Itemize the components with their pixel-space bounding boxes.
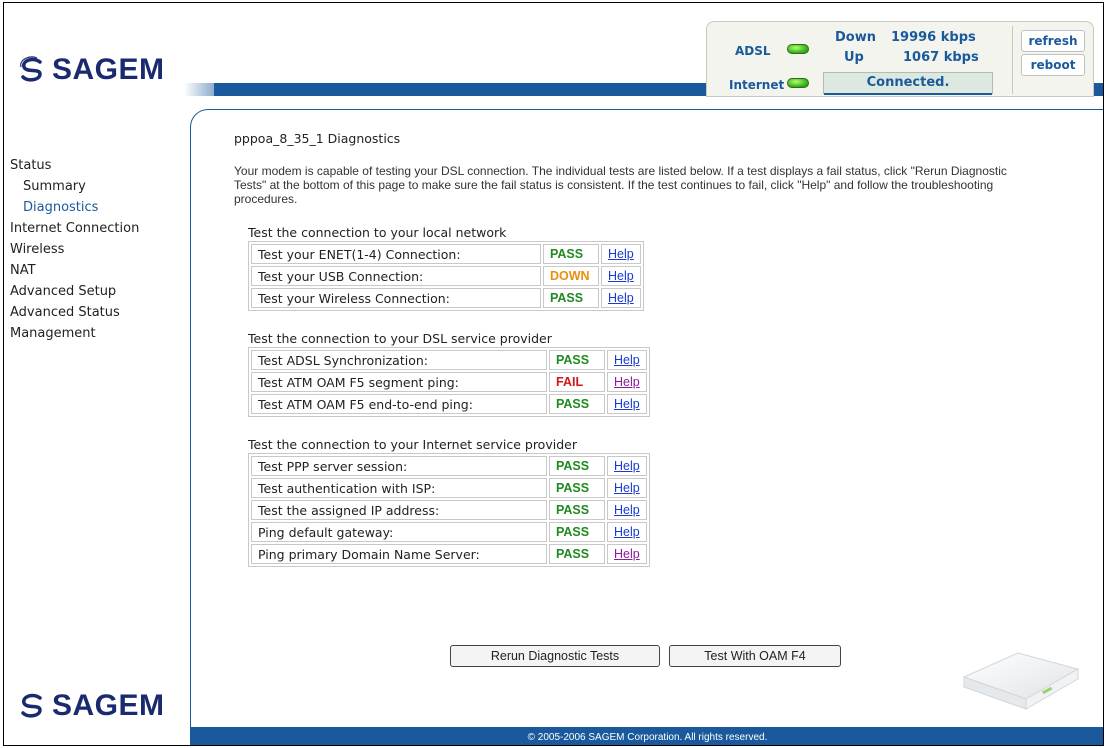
sidebar-item-summary[interactable]: Summary: [10, 176, 186, 197]
section-title-isp: Test the connection to your Internet ser…: [248, 437, 577, 452]
sagem-logo: SAGEM: [18, 53, 165, 87]
section-title-local-network: Test the connection to your local networ…: [248, 225, 507, 240]
test-status: PASS: [549, 522, 605, 542]
help-link[interactable]: Help: [614, 353, 640, 367]
footer: © 2005-2006 SAGEM Corporation. All right…: [190, 727, 1103, 745]
sidebar-item-status[interactable]: Status: [10, 155, 186, 176]
dsl-provider-test-table: Test ADSL Synchronization: PASS Help Tes…: [248, 347, 650, 417]
sagem-logo-icon: [21, 693, 42, 718]
sidebar-item-wireless[interactable]: Wireless: [10, 239, 186, 260]
sidebar-item-nat[interactable]: NAT: [10, 260, 186, 281]
header-button-group: refresh reboot: [1012, 26, 1088, 94]
help-link[interactable]: Help: [608, 269, 634, 283]
test-name: Test ATM OAM F5 segment ping:: [251, 372, 547, 392]
section-title-dsl-provider: Test the connection to your DSL service …: [248, 331, 552, 346]
rerun-diagnostic-tests-button[interactable]: Rerun Diagnostic Tests: [450, 645, 660, 667]
connection-status-text: Connected.: [823, 72, 993, 95]
test-status: PASS: [549, 478, 605, 498]
test-name: Test PPP server session:: [251, 456, 547, 476]
page-title: pppoa_8_35_1 Diagnostics: [234, 131, 401, 146]
sidebar-item-advanced-setup[interactable]: Advanced Setup: [10, 281, 186, 302]
test-with-oam-f4-button[interactable]: Test With OAM F4: [669, 645, 841, 667]
help-link[interactable]: Help: [614, 397, 640, 411]
test-status: FAIL: [549, 372, 605, 392]
help-link[interactable]: Help: [614, 547, 640, 561]
test-status: PASS: [549, 500, 605, 520]
test-name: Test ADSL Synchronization:: [251, 350, 547, 370]
up-rate-value: 1067 kbps: [903, 50, 979, 65]
table-row: Test PPP server session: PASS Help: [251, 456, 647, 476]
test-name: Ping primary Domain Name Server:: [251, 544, 547, 564]
help-link[interactable]: Help: [608, 291, 634, 305]
connection-underline: [824, 93, 992, 95]
sidebar-item-diagnostics[interactable]: Diagnostics: [10, 197, 186, 218]
table-row: Test ATM OAM F5 segment ping: FAIL Help: [251, 372, 647, 392]
test-name: Ping default gateway:: [251, 522, 547, 542]
table-row: Test your ENET(1-4) Connection: PASS Hel…: [251, 244, 641, 264]
down-rate-value: 19996 kbps: [891, 30, 976, 45]
table-row: Ping primary Domain Name Server: PASS He…: [251, 544, 647, 564]
test-status: PASS: [549, 456, 605, 476]
help-link[interactable]: Help: [614, 459, 640, 473]
help-link[interactable]: Help: [614, 503, 640, 517]
sidebar-item-advanced-status[interactable]: Advanced Status: [10, 302, 186, 323]
help-link[interactable]: Help: [608, 247, 634, 261]
table-row: Test the assigned IP address: PASS Help: [251, 500, 647, 520]
table-row: Test your Wireless Connection: PASS Help: [251, 288, 641, 308]
test-status: PASS: [543, 244, 599, 264]
test-name: Test your USB Connection:: [251, 266, 541, 286]
refresh-button[interactable]: refresh: [1021, 30, 1085, 52]
help-link[interactable]: Help: [614, 481, 640, 495]
test-name: Test your Wireless Connection:: [251, 288, 541, 308]
internet-label: Internet: [729, 78, 785, 92]
table-row: Test ADSL Synchronization: PASS Help: [251, 350, 647, 370]
internet-led-icon: [787, 78, 809, 88]
test-status: PASS: [549, 544, 605, 564]
down-label: Down: [835, 30, 876, 45]
up-label: Up: [844, 50, 864, 65]
table-row: Test authentication with ISP: PASS Help: [251, 478, 647, 498]
test-name: Test authentication with ISP:: [251, 478, 547, 498]
isp-test-table: Test PPP server session: PASS Help Test …: [248, 453, 650, 567]
sidebar-item-management[interactable]: Management: [10, 323, 186, 344]
bottom-button-group: Rerun Diagnostic Tests Test With OAM F4: [450, 645, 841, 667]
test-status: PASS: [549, 350, 605, 370]
logo-text: SAGEM: [52, 689, 165, 722]
browser-page: SAGEM SAGEM ADSL Internet Down 19996 kbp…: [3, 2, 1104, 746]
test-status: PASS: [543, 288, 599, 308]
adsl-label: ADSL: [735, 44, 771, 58]
sidebar-item-internet-connection[interactable]: Internet Connection: [10, 218, 186, 239]
help-link[interactable]: Help: [614, 525, 640, 539]
connection-status-label: Connected.: [866, 75, 950, 90]
main-content: pppoa_8_35_1 Diagnostics Your modem is c…: [234, 131, 1094, 587]
test-name: Test the assigned IP address:: [251, 500, 547, 520]
test-status: DOWN: [543, 266, 599, 286]
connection-status-panel: ADSL Internet Down 19996 kbps Up 1067 kb…: [706, 21, 1094, 97]
footer-left-spacer: [4, 727, 190, 745]
sagem-footer-logo: SAGEM: [18, 689, 165, 723]
reboot-button[interactable]: reboot: [1021, 54, 1085, 76]
modem-illustration: [962, 652, 1080, 710]
test-name: Test your ENET(1-4) Connection:: [251, 244, 541, 264]
sidebar-nav: Status Summary Diagnostics Internet Conn…: [10, 155, 186, 344]
sagem-logo-icon: [20, 56, 42, 82]
test-name: Test ATM OAM F5 end-to-end ping:: [251, 394, 547, 414]
intro-text: Your modem is capable of testing your DS…: [234, 164, 1007, 206]
help-link[interactable]: Help: [614, 375, 640, 389]
test-status: PASS: [549, 394, 605, 414]
local-network-test-table: Test your ENET(1-4) Connection: PASS Hel…: [248, 241, 644, 311]
logo-text: SAGEM: [52, 53, 165, 86]
logo-reflection: SAGEM: [18, 85, 188, 99]
table-row: Test ATM OAM F5 end-to-end ping: PASS He…: [251, 394, 647, 414]
copyright-text: © 2005-2006 SAGEM Corporation. All right…: [527, 732, 768, 743]
table-row: Test your USB Connection: DOWN Help: [251, 266, 641, 286]
adsl-led-icon: [787, 44, 809, 54]
table-row: Ping default gateway: PASS Help: [251, 522, 647, 542]
